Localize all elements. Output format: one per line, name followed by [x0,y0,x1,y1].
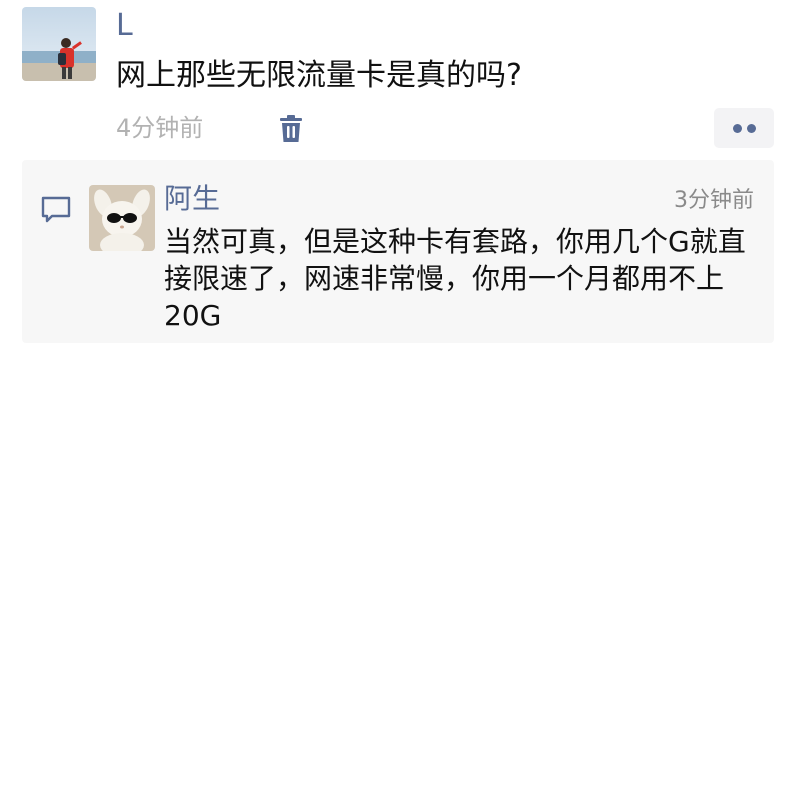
comment-section: 阿生 3分钟前 当然可真，但是这种卡有套路，你用几个G就直 接限速了，网速非常慢… [22,160,774,343]
seaside-photo-icon [22,7,96,81]
post-author-name[interactable]: L [116,8,133,44]
bunny-avatar-icon [89,185,155,251]
comment-avatar[interactable] [89,185,155,251]
comment-author-name[interactable]: 阿生 [164,182,220,216]
author-avatar[interactable] [22,7,96,81]
moment-post: L 网上那些无限流量卡是真的吗? 4分钟前 [0,0,800,160]
post-time: 4分钟前 [116,114,204,142]
comment-time: 3分钟前 [674,188,754,213]
trash-icon[interactable] [277,114,305,144]
more-dot [733,124,742,133]
more-button[interactable] [714,108,774,148]
post-text: 网上那些无限流量卡是真的吗? [116,58,522,93]
more-dot [747,124,756,133]
comment-icon [40,195,72,225]
comment-text[interactable]: 当然可真，但是这种卡有套路，你用几个G就直 接限速了，网速非常慢，你用一个月都用… [164,223,764,334]
